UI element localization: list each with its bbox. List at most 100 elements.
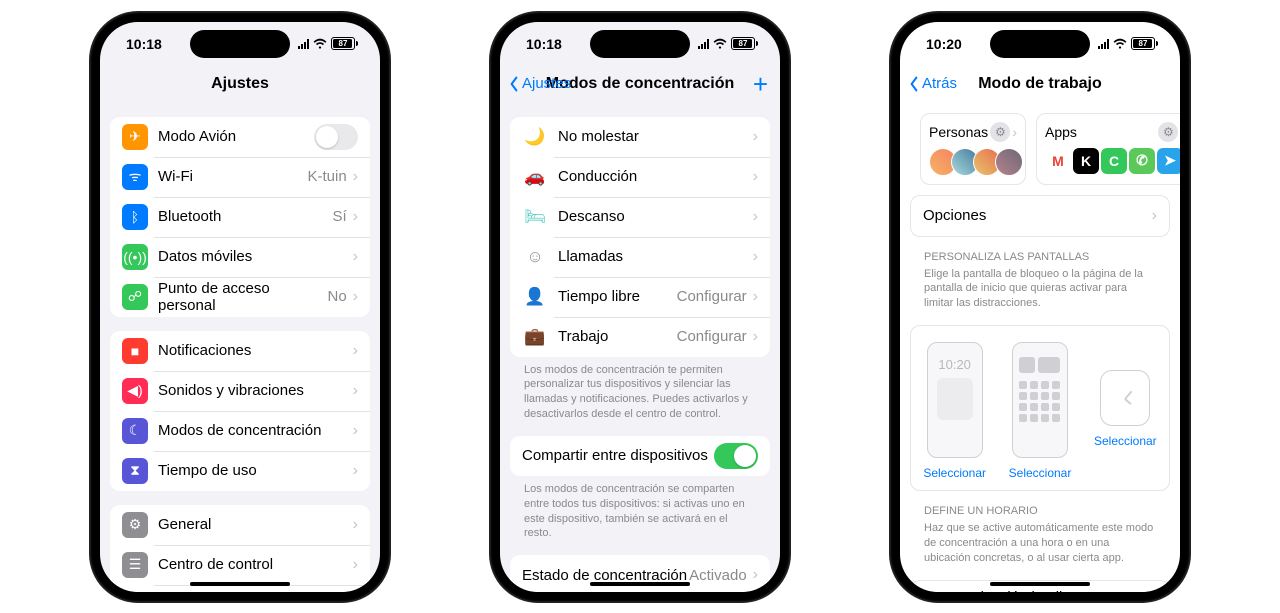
- section-description: Haz que se active automáticamente este m…: [910, 521, 1170, 566]
- home-indicator[interactable]: [990, 582, 1090, 586]
- focus-mode-row[interactable]: 🛏Descanso›: [510, 197, 770, 237]
- focus-mode-row[interactable]: 👤Tiempo libreConfigurar›: [510, 277, 770, 317]
- row-label: Bluetooth: [158, 208, 332, 225]
- row-label: Sonidos y vibraciones: [158, 382, 353, 399]
- chevron-right-icon: ›: [753, 566, 758, 584]
- chevron-right-icon: ›: [353, 342, 358, 360]
- row-label: Tiempo de uso: [158, 462, 353, 479]
- settings-row-wi-fi[interactable]: ᯤWi-FiK-tuin›: [110, 157, 370, 197]
- gear-icon[interactable]: ⚙: [990, 122, 1010, 142]
- app-icon: ➤: [1157, 148, 1180, 174]
- page-title: Modo de trabajo: [978, 75, 1102, 93]
- home-indicator[interactable]: [590, 582, 690, 586]
- lock-screen-preview: 10:20: [927, 342, 983, 458]
- row-label: Datos móviles: [158, 248, 353, 265]
- hotspot-icon: ☍: [122, 284, 148, 310]
- select-button[interactable]: Seleccionar: [1094, 434, 1157, 448]
- settings-row-datos-móviles[interactable]: ((•))Datos móviles›: [110, 237, 370, 277]
- select-button[interactable]: Seleccionar: [1009, 466, 1072, 480]
- cell-signal-icon: [298, 39, 309, 49]
- settings-row-punto-de-acceso-personal[interactable]: ☍Punto de acceso personalNo›: [110, 277, 370, 317]
- antenna-icon: ((•)): [122, 244, 148, 270]
- battery-icon: 87: [1131, 37, 1158, 50]
- back-button[interactable]: Atrás: [908, 75, 957, 92]
- chevron-right-icon: ›: [353, 556, 358, 574]
- settings-list[interactable]: ✈Modo AviónᯤWi-FiK-tuin›ᛒBluetoothSí›((•…: [100, 103, 380, 592]
- row-label: Modos de concentración: [158, 422, 353, 439]
- watch-face-option[interactable]: Seleccionar: [1094, 342, 1157, 480]
- settings-row-sonidos-y-vibraciones[interactable]: ◀)Sonidos y vibraciones›: [110, 371, 370, 411]
- back-button[interactable]: Ajustes: [508, 75, 571, 92]
- hourglass-icon: ⧗: [122, 458, 148, 484]
- settings-row-modos-de-concentración[interactable]: ☾ Modos de concentración›: [110, 411, 370, 451]
- bt-icon: ᛒ: [122, 204, 148, 230]
- chevron-right-icon: ›: [753, 288, 758, 306]
- add-button[interactable]: +: [753, 71, 768, 97]
- page-title: Ajustes: [211, 75, 269, 93]
- chevron-right-icon: ›: [353, 462, 358, 480]
- chevron-right-icon: ›: [353, 422, 358, 440]
- battery-icon: 87: [331, 37, 358, 50]
- settings-row-general[interactable]: ⚙General›: [110, 505, 370, 545]
- allowed-people-card[interactable]: Personas⚙›: [920, 113, 1026, 185]
- lock-screen-option[interactable]: 10:20 Seleccionar: [923, 342, 986, 480]
- row-label: Conducción: [558, 168, 753, 185]
- section-description: Elige la pantalla de bloqueo o la página…: [910, 267, 1170, 312]
- bell-icon: ■: [122, 338, 148, 364]
- chevron-right-icon: ›: [753, 328, 758, 346]
- cell-signal-icon: [1098, 39, 1109, 49]
- app-icon: M: [1045, 148, 1071, 174]
- share-devices-row[interactable]: Compartir entre dispositivos: [510, 436, 770, 476]
- app-icon: C: [1101, 148, 1127, 174]
- chevron-right-icon: ›: [353, 382, 358, 400]
- gear-icon[interactable]: ⚙: [1158, 122, 1178, 142]
- app-icons: MKC✆➤: [1045, 148, 1180, 174]
- focus-status-row[interactable]: Estado de concentración Activado ›: [510, 555, 770, 591]
- moon-icon: ☾: [122, 418, 148, 444]
- clock: 10:20: [926, 36, 962, 52]
- row-label: Trabajo: [558, 328, 677, 345]
- phone-settings: 10:18 87 Ajustes ✈Modo AviónᯤWi-FiK-tuin…: [90, 12, 390, 602]
- focus-mode-row[interactable]: 🌙No molestar›: [510, 117, 770, 157]
- phone-work-mode: 10:20 87 Atrás Modo de trabajo Personas⚙…: [890, 12, 1190, 602]
- nav-bar: Ajustes: [100, 66, 380, 103]
- focus-mode-row[interactable]: 🚗Conducción›: [510, 157, 770, 197]
- chevron-right-icon: ›: [753, 168, 758, 186]
- allowed-apps-card[interactable]: Apps⚙› MKC✆➤: [1036, 113, 1180, 185]
- status-bar: 10:18 87: [500, 22, 780, 66]
- work-mode-content[interactable]: Personas⚙› Apps⚙› MKC✆➤ Opciones ›: [900, 103, 1180, 592]
- select-button[interactable]: Seleccionar: [923, 466, 986, 480]
- row-label: Descanso: [558, 208, 753, 225]
- app-icon: K: [1073, 148, 1099, 174]
- section-header: DEFINE UN HORARIO: [910, 491, 1170, 521]
- battery-icon: 87: [731, 37, 758, 50]
- home-screen-option[interactable]: Seleccionar: [1009, 342, 1072, 480]
- focus-list[interactable]: 🌙No molestar›🚗Conducción›🛏Descanso›☺Llam…: [500, 103, 780, 592]
- options-row[interactable]: Opciones ›: [911, 196, 1169, 236]
- chevron-right-icon: ›: [353, 168, 358, 186]
- toggle[interactable]: [314, 124, 358, 150]
- share-toggle[interactable]: [714, 443, 758, 469]
- row-label: Notificaciones: [158, 342, 353, 359]
- settings-row-bluetooth[interactable]: ᛒBluetoothSí›: [110, 197, 370, 237]
- settings-row-centro-de-control[interactable]: ☰Centro de control›: [110, 545, 370, 585]
- nav-bar: Atrás Modo de trabajo: [900, 66, 1180, 103]
- chevron-right-icon: ›: [1152, 207, 1157, 225]
- section-header: PERSONALIZA LAS PANTALLAS: [910, 237, 1170, 267]
- home-screen-preview: [1012, 342, 1068, 458]
- focus-mode-icon: ☺: [522, 244, 548, 270]
- row-label: Tiempo libre: [558, 288, 677, 305]
- focus-mode-row[interactable]: ☺Llamadas›: [510, 237, 770, 277]
- row-label: Centro de control: [158, 556, 353, 573]
- home-indicator[interactable]: [190, 582, 290, 586]
- settings-row-tiempo-de-uso[interactable]: ⧗ Tiempo de uso›: [110, 451, 370, 491]
- focus-mode-icon: 👤: [522, 284, 548, 310]
- settings-row-modo-avión[interactable]: ✈Modo Avión: [110, 117, 370, 157]
- footer-text: Los modos de concentración se comparten …: [510, 476, 770, 541]
- settings-row-notificaciones[interactable]: ■ Notificaciones›: [110, 331, 370, 371]
- app-icon: ✆: [1129, 148, 1155, 174]
- focus-mode-row[interactable]: 💼TrabajoConfigurar›: [510, 317, 770, 357]
- clock: 10:18: [526, 36, 562, 52]
- chevron-right-icon: ›: [353, 516, 358, 534]
- settings-row-botón-de-acción[interactable]: ◉Botón de acción›: [110, 585, 370, 592]
